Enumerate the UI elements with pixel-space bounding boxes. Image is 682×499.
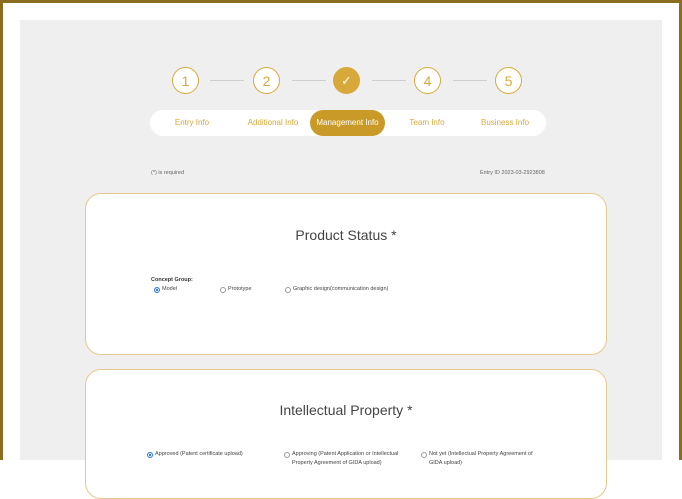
concept-group-label: Concept Group:: [151, 277, 193, 283]
option-not-yet[interactable]: Not yet (Intellectual Property Agreement…: [421, 450, 541, 468]
radio-selected-icon[interactable]: [147, 452, 153, 458]
tab-additional-info[interactable]: Additional Info: [234, 110, 312, 136]
step-2[interactable]: 2: [253, 67, 280, 94]
radio-icon[interactable]: [220, 287, 226, 293]
intellectual-property-title: Intellectual Property *: [279, 402, 413, 418]
stepper: 1 2 ✓ 4 5: [20, 67, 662, 97]
product-status-card: Product Status * Concept Group: Model Pr…: [85, 193, 607, 355]
option-approving[interactable]: Approving (Patent Application or Intelle…: [284, 450, 406, 468]
form-page: 1 2 ✓ 4 5 Entry Info Additional Info Man…: [20, 20, 662, 499]
radio-icon[interactable]: [285, 287, 291, 293]
option-prototype[interactable]: Prototype: [220, 285, 252, 294]
radio-selected-icon[interactable]: [154, 287, 160, 293]
intellectual-property-card: Intellectual Property * Approved (Patent…: [85, 369, 607, 499]
step-3-check-icon[interactable]: ✓: [333, 67, 360, 94]
step-connector: [453, 80, 487, 81]
tab-business-info[interactable]: Business Info: [468, 110, 542, 136]
entry-id: Entry ID 2023-03-2923808: [480, 170, 545, 176]
option-label: Not yet (Intellectual Property Agreement…: [429, 451, 533, 466]
option-graphic-design[interactable]: Graphic design(communication design): [285, 285, 388, 294]
step-connector: [210, 80, 244, 81]
step-4[interactable]: 4: [414, 67, 441, 94]
option-approved[interactable]: Approved (Patent certificate upload): [147, 450, 267, 459]
required-note: (*) is required: [151, 170, 185, 176]
option-label: Model: [162, 286, 177, 292]
step-connector: [292, 80, 326, 81]
product-status-title: Product Status *: [295, 227, 397, 243]
option-label: Prototype: [228, 286, 252, 292]
radio-icon[interactable]: [421, 452, 427, 458]
step-1[interactable]: 1: [172, 67, 199, 94]
tab-team-info[interactable]: Team Info: [390, 110, 464, 136]
option-label: Approving (Patent Application or Intelle…: [292, 451, 399, 466]
tab-entry-info[interactable]: Entry Info: [156, 110, 228, 136]
radio-icon[interactable]: [284, 452, 290, 458]
step-tabs: Entry Info Additional Info Management In…: [150, 110, 546, 136]
option-model[interactable]: Model: [154, 285, 177, 294]
option-label: Graphic design(communication design): [293, 286, 389, 292]
step-connector: [372, 80, 406, 81]
step-5[interactable]: 5: [495, 67, 522, 94]
option-label: Approved (Patent certificate upload): [155, 451, 243, 457]
tab-management-info[interactable]: Management Info: [310, 110, 385, 136]
